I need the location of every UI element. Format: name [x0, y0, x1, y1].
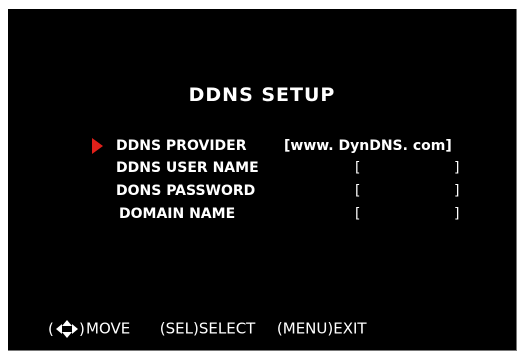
move-hint-label: MOVE	[86, 319, 131, 338]
key-hint-bar: ( ) MOVE (SEL)SELECT (MENU)EXIT	[48, 317, 367, 339]
four-direction-arrows-icon: ( )	[48, 318, 86, 340]
setting-row-ddns-provider[interactable]: DDNS PROVIDER [www. DynDNS. com]	[116, 135, 486, 157]
field-open-bracket: [	[355, 183, 361, 199]
exit-hint-label: EXIT	[333, 319, 367, 338]
field-close-bracket: ]	[454, 206, 460, 222]
setting-label: DDNS PROVIDER	[116, 138, 247, 154]
osd-frame: DDNS SETUP DDNS PROVIDER [www. DynDNS. c…	[0, 0, 525, 359]
menu-key-label: (MENU)	[276, 319, 334, 338]
svg-text:(: (	[48, 320, 54, 338]
field-open-bracket: [	[355, 206, 361, 222]
page-title: DDNS SETUP	[188, 84, 336, 106]
setting-label: DOMAIN NAME	[119, 206, 236, 222]
ddns-setup-screen: DDNS SETUP DDNS PROVIDER [www. DynDNS. c…	[8, 9, 517, 351]
field-close-bracket: ]	[454, 183, 460, 199]
field-open-bracket: [	[355, 160, 361, 176]
select-key-label: (SEL)	[159, 319, 199, 338]
setting-row-domain-name[interactable]: DOMAIN NAME [ ]	[119, 203, 489, 225]
setting-row-ddns-user-name[interactable]: DDNS USER NAME [ ]	[116, 157, 486, 179]
setting-row-ddns-password[interactable]: DONS PASSWORD [ ]	[116, 180, 486, 202]
setting-label: DONS PASSWORD	[116, 183, 256, 199]
setting-label: DDNS USER NAME	[116, 160, 259, 176]
field-close-bracket: ]	[454, 160, 460, 176]
selection-pointer-icon	[92, 138, 103, 154]
svg-text:): )	[79, 320, 85, 338]
ddns-provider-value[interactable]: [www. DynDNS. com]	[284, 135, 452, 157]
select-hint-label: SELECT	[198, 319, 256, 338]
